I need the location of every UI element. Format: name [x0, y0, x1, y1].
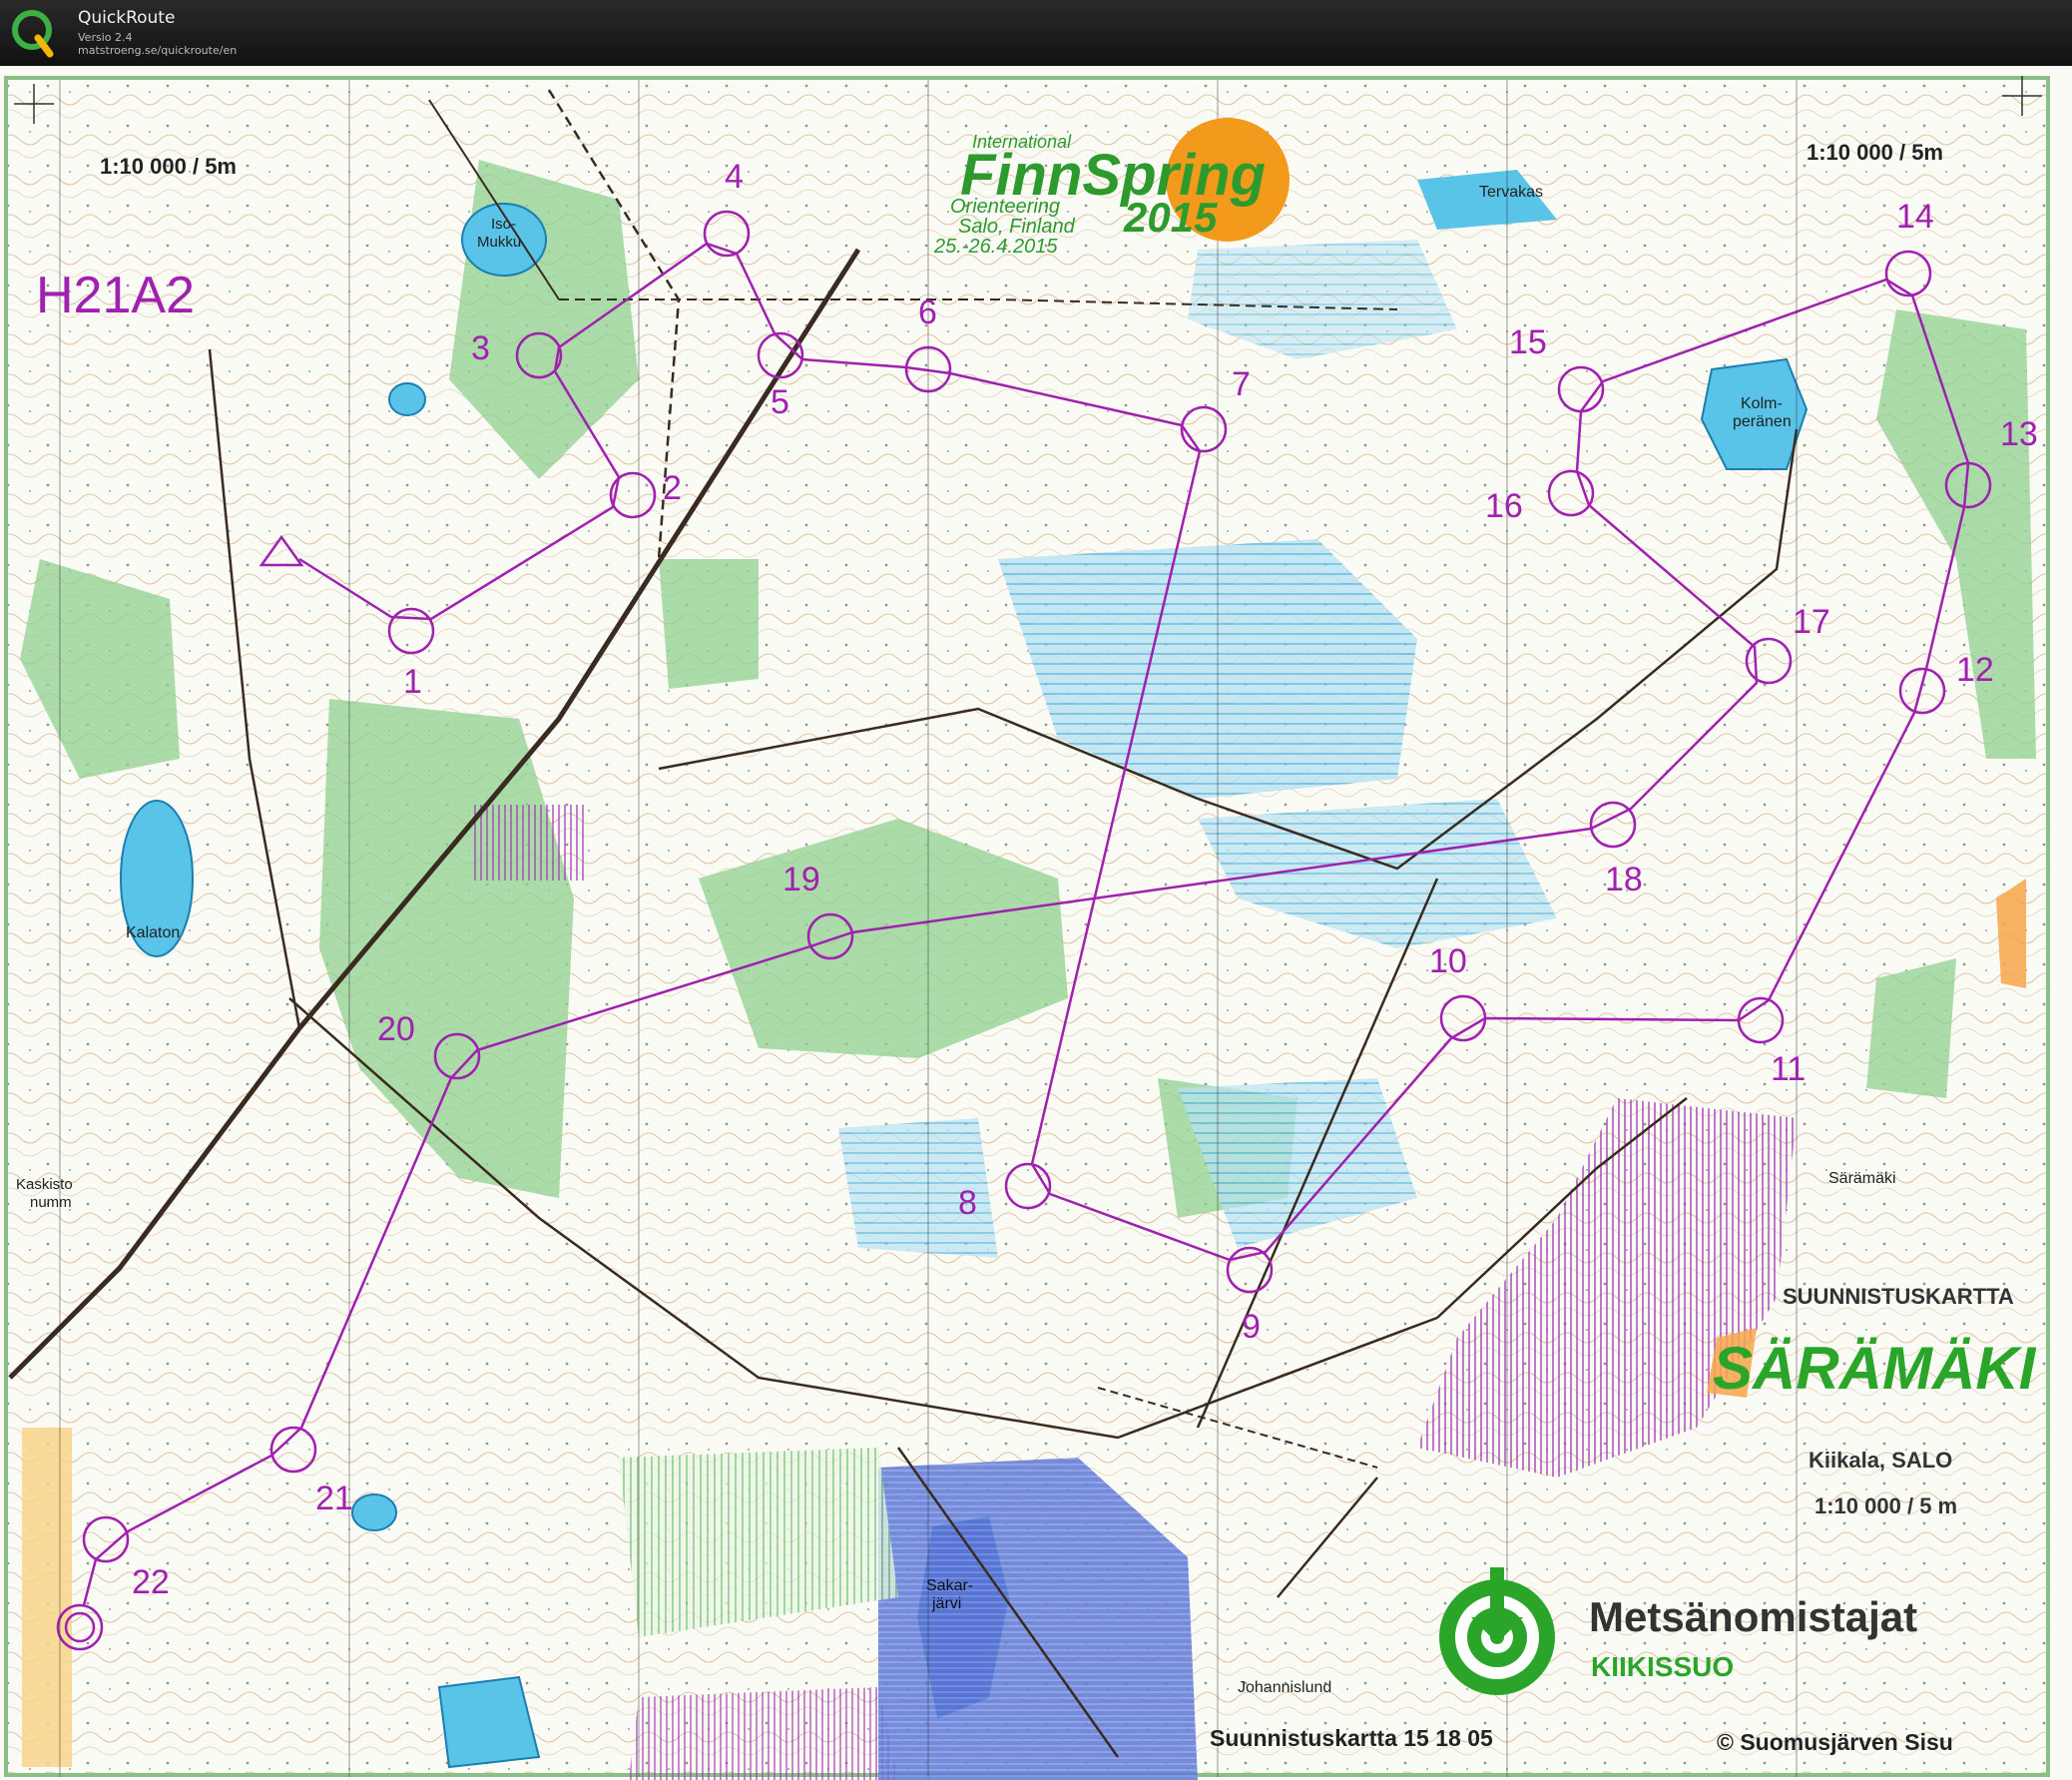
place-johannislund: Johannislund [1238, 1679, 1332, 1696]
control-number-4: 4 [725, 158, 744, 196]
app-name: QuickRoute [78, 8, 176, 28]
control-number-13: 13 [2000, 415, 2038, 453]
orienteering-map[interactable]: 1:10 000 / 5m 1:10 000 / 5m H21A2 Intern… [0, 66, 2072, 1780]
place-saramaki-small: Särämäki [1828, 1170, 1896, 1187]
control-number-10: 10 [1429, 942, 1467, 980]
control-number-20: 20 [377, 1010, 415, 1048]
legend-scale: 1:10 000 / 5 m [1814, 1493, 1958, 1518]
control-number-8: 8 [958, 1184, 977, 1222]
place-sakarjarvi-2: järvi [932, 1595, 962, 1612]
control-number-3: 3 [471, 329, 490, 367]
event-logo-year: 2015 [1124, 194, 1218, 241]
legend-map-name: SÄRÄMÄKI [1713, 1335, 2036, 1402]
place-sakarjarvi-1: Sakar- [926, 1577, 974, 1594]
control-number-17: 17 [1793, 603, 1830, 641]
place-tervakas: Tervakas [1479, 184, 1544, 201]
control-number-11: 11 [1771, 1050, 1807, 1088]
control-number-2: 2 [663, 469, 682, 507]
control-number-5: 5 [771, 383, 789, 421]
control-number-12: 12 [1956, 651, 1994, 689]
place-kolmperanen-2: peränen [1733, 413, 1792, 430]
app-version: Versio 2.4 [78, 31, 133, 44]
place-kolmperanen-1: Kolm- [1741, 395, 1783, 412]
control-number-18: 18 [1605, 861, 1643, 898]
app-titlebar: QuickRoute Versio 2.4 matstroeng.se/quic… [0, 0, 2072, 66]
control-number-9: 9 [1242, 1308, 1261, 1346]
app-url: matstroeng.se/quickroute/en [78, 44, 238, 57]
map-graphic [0, 66, 2072, 1780]
place-iso-mukku-2: Mukku [477, 234, 522, 251]
control-number-7: 7 [1232, 365, 1251, 403]
place-iso-mukku-1: Iso- [491, 216, 517, 233]
scale-label-left: 1:10 000 / 5m [100, 154, 237, 179]
legend-map-type: SUUNNISTUSKARTTA [1783, 1284, 2014, 1309]
quickroute-logo-icon [12, 10, 54, 58]
control-number-14: 14 [1896, 198, 1934, 236]
legend-copyright: © Suomusjärven Sisu [1717, 1729, 1953, 1755]
control-number-6: 6 [918, 294, 937, 331]
control-number-16: 16 [1485, 487, 1523, 525]
place-kaskisto-1: Kaskisto [16, 1176, 73, 1193]
control-number-22: 22 [132, 1563, 170, 1601]
control-number-21: 21 [315, 1480, 353, 1517]
course-class-label: H21A2 [36, 267, 195, 324]
legend-sponsor-sub: KIIKISSUO [1591, 1651, 1735, 1682]
legend-sponsor-name: Metsänomistajat [1589, 1593, 1918, 1640]
legend-location: Kiikala, SALO [1809, 1448, 1953, 1473]
place-kalaton: Kalaton [126, 924, 181, 941]
control-number-1: 1 [403, 663, 422, 701]
event-logo-line6: 25.-26.4.2015 [934, 236, 1058, 258]
control-number-15: 15 [1509, 323, 1547, 361]
legend-map-number: Suunnistuskartta 15 18 05 [1210, 1725, 1493, 1751]
control-number-19: 19 [782, 861, 820, 898]
scale-label-right: 1:10 000 / 5m [1807, 140, 1943, 165]
place-kaskisto-2: numm [30, 1194, 72, 1211]
